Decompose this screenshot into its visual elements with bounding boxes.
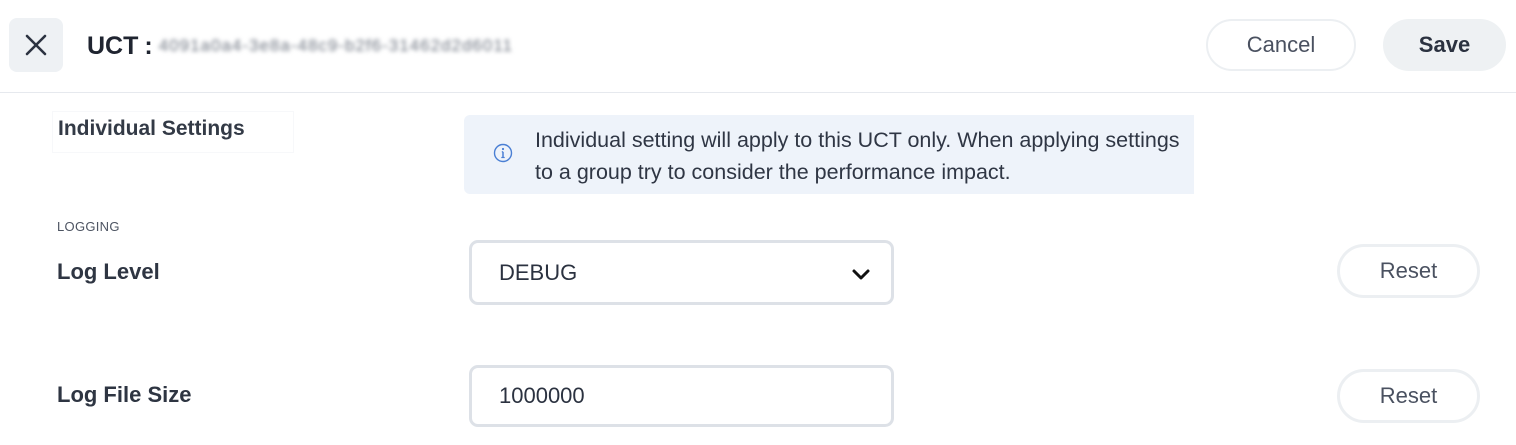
info-banner: Individual setting will apply to this UC…	[464, 115, 1194, 194]
info-icon	[493, 143, 513, 163]
title-separator: :	[144, 32, 153, 60]
log-file-size-reset-button[interactable]: Reset	[1337, 369, 1480, 423]
cancel-button[interactable]: Cancel	[1206, 19, 1356, 71]
uct-settings-page: UCT : 4091a0a4-3e8a-48c9-b2f6-31462d2d60…	[0, 0, 1516, 445]
section-title: Individual Settings	[53, 112, 293, 152]
log-file-size-label: Log File Size	[57, 382, 192, 407]
log-level-value: DEBUG	[499, 260, 578, 285]
title-label: UCT	[87, 32, 139, 60]
log-level-select[interactable]: DEBUG	[469, 240, 894, 305]
uct-id: 4091a0a4-3e8a-48c9-b2f6-31462d2d6011	[158, 36, 513, 55]
info-text: Individual setting will apply to this UC…	[535, 128, 1180, 184]
log-level-label: Log Level	[57, 259, 160, 284]
close-icon	[25, 34, 47, 56]
page-title: UCT : 4091a0a4-3e8a-48c9-b2f6-31462d2d60…	[87, 30, 513, 62]
chevron-down-icon	[852, 269, 870, 280]
save-button[interactable]: Save	[1383, 19, 1506, 71]
logging-group-label: LOGGING	[57, 219, 120, 234]
log-file-size-input[interactable]	[469, 365, 894, 427]
log-level-reset-button[interactable]: Reset	[1337, 244, 1480, 298]
close-button[interactable]	[9, 18, 63, 72]
header-bar: UCT : 4091a0a4-3e8a-48c9-b2f6-31462d2d60…	[0, 0, 1516, 93]
